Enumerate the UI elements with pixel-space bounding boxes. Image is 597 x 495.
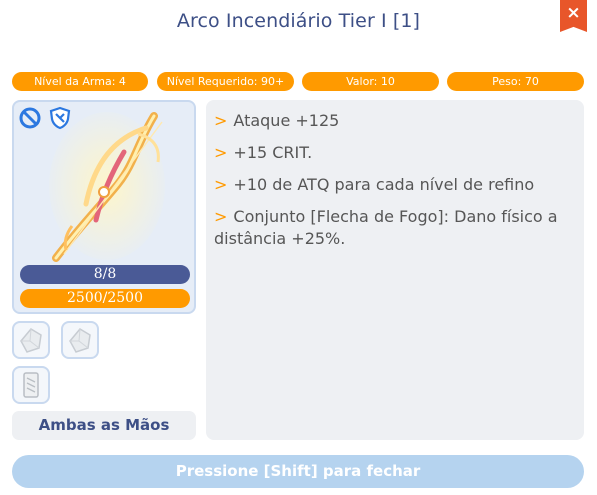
description-line: > Conjunto [Flecha de Fogo]: Dano físico … [214, 206, 576, 250]
shift-close-button[interactable]: Pressione [Shift] para fechar [12, 455, 584, 488]
item-title: Arco Incendiário Tier I [1] [176, 10, 421, 32]
fire-bow-icon [49, 112, 165, 262]
scroll-slot-icon [23, 372, 39, 398]
description-text: +15 CRIT. [233, 143, 313, 162]
enchant-slot[interactable] [12, 366, 50, 404]
value-badge: Valor: 10 [302, 72, 439, 91]
card-slot-2[interactable] [61, 321, 99, 359]
no-trade-icon [19, 107, 41, 129]
weapon-level-badge: Nível da Arma: 4 [12, 72, 148, 91]
description-line: > +10 de ATQ para cada nível de refino [214, 174, 576, 196]
crystal-slot-icon [20, 328, 42, 353]
close-icon: × [566, 3, 581, 23]
description-text: Ataque +125 [233, 111, 340, 130]
description-line: > +15 CRIT. [214, 142, 576, 164]
description-panel: > Ataque +125 > +15 CRIT. > +10 de ATQ para… [206, 100, 584, 440]
item-info-dialog: Arco Incendiário Tier I [1] × Nível da A… [0, 0, 597, 495]
bullet-arrow-icon: > [214, 207, 228, 226]
bullet-arrow-icon: > [214, 175, 228, 194]
item-preview-panel: 8/8 2500/2500 [12, 100, 196, 314]
bullet-arrow-icon: > [214, 143, 228, 162]
durability-bar: 8/8 [20, 265, 190, 284]
experience-bar: 2500/2500 [20, 289, 190, 308]
description-line: > Ataque +125 [214, 110, 576, 132]
required-level-badge: Nível Requerido: 90+ [157, 72, 294, 91]
weight-badge: Peso: 70 [447, 72, 584, 91]
hands-label: Ambas as Mãos [12, 411, 196, 440]
description-text: Conjunto [Flecha de Fogo]: Dano físico a… [214, 207, 558, 248]
description-text: +10 de ATQ para cada nível de refino [233, 175, 535, 194]
card-slot-1[interactable] [12, 321, 50, 359]
crystal-slot-icon [69, 328, 91, 353]
bullet-arrow-icon: > [214, 111, 228, 130]
